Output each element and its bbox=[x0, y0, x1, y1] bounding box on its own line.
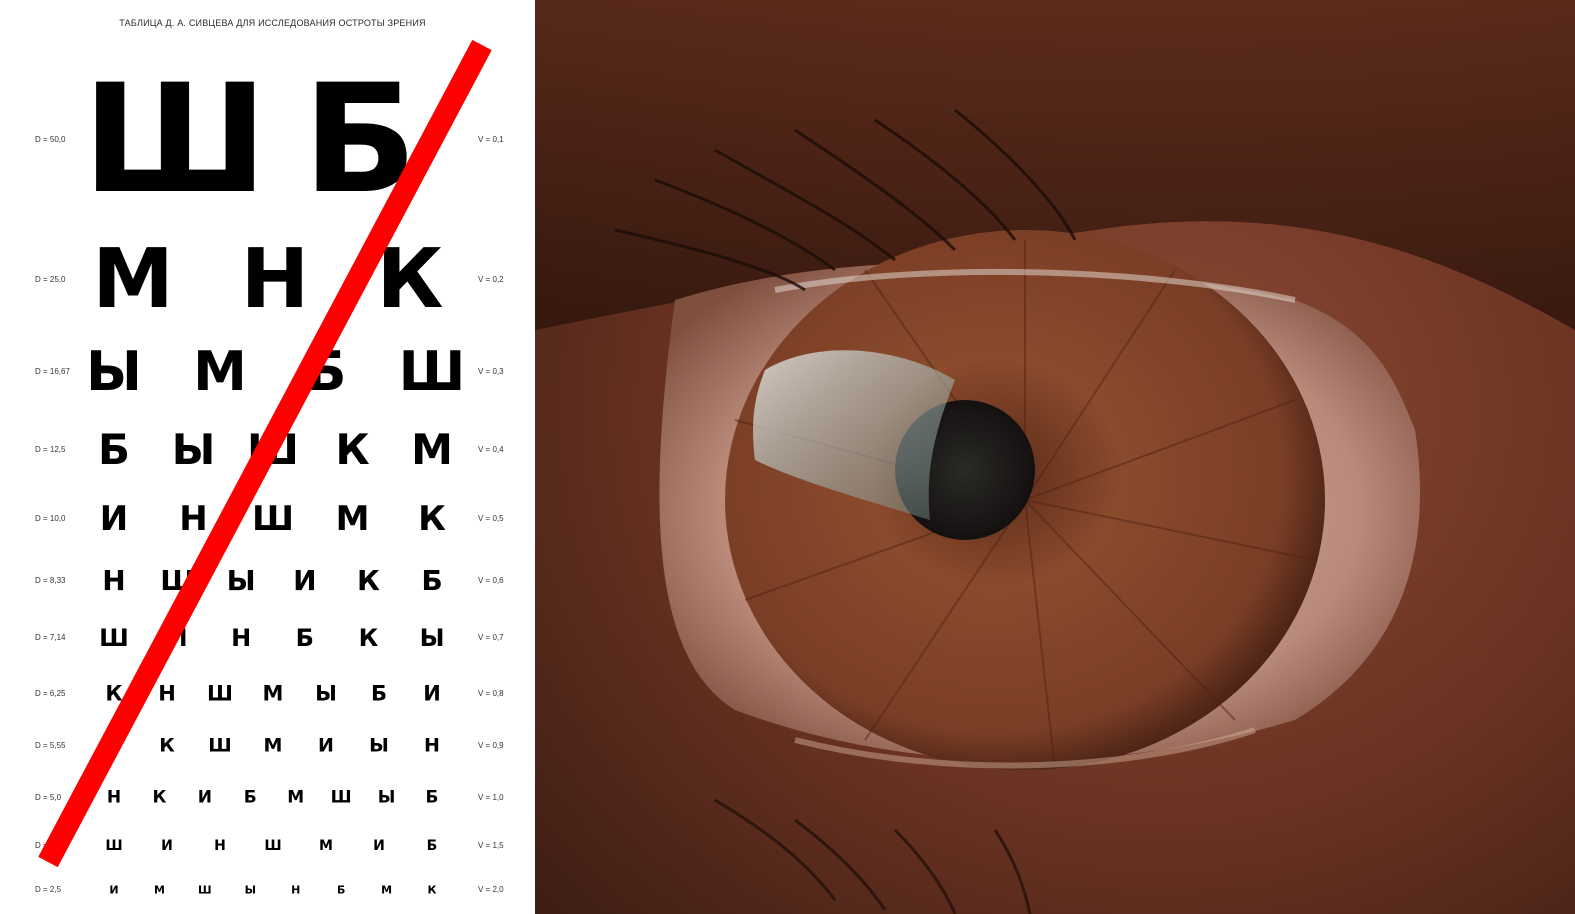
chart-letter: Ш bbox=[398, 340, 466, 403]
chart-letter: М bbox=[319, 838, 333, 854]
chart-letter: М bbox=[335, 499, 370, 539]
chart-letter: Б bbox=[336, 883, 346, 897]
row-d-label: D = 16,67 bbox=[35, 367, 70, 376]
chart-letter: Н bbox=[231, 624, 252, 652]
chart-letter: И bbox=[197, 787, 212, 808]
chart-letter: Ш bbox=[251, 499, 295, 539]
chart-letter: М bbox=[411, 425, 453, 474]
row-v-label: V = 0,9 bbox=[478, 741, 504, 750]
chart-letter: И bbox=[109, 883, 119, 897]
chart-letter: Ш bbox=[330, 787, 352, 808]
chart-letter: Ш bbox=[247, 425, 299, 474]
chart-letter: К bbox=[159, 734, 175, 757]
chart-letter: Ы bbox=[86, 340, 142, 403]
row-d-label: D = 12,5 bbox=[35, 445, 66, 454]
chart-letter: Ы bbox=[315, 681, 337, 706]
chart-letter: Ы bbox=[419, 624, 445, 652]
row-d-label: D = 5,0 bbox=[35, 793, 62, 802]
chart-letter: И bbox=[99, 499, 129, 539]
row-d-label: D = 7,14 bbox=[35, 633, 66, 642]
chart-letter: Ы bbox=[369, 734, 389, 757]
chart-letter: М bbox=[153, 883, 165, 897]
row-d-label: D = 50,0 bbox=[35, 135, 66, 144]
chart-letter: Н bbox=[240, 232, 310, 327]
chart-letter: Н bbox=[102, 564, 126, 597]
chart-letter: И bbox=[293, 564, 317, 597]
row-d-label: D = 8,33 bbox=[35, 576, 66, 585]
chart-letter: Б bbox=[425, 787, 439, 808]
row-d-label: D = 10,0 bbox=[35, 514, 66, 523]
row-v-label: V = 0,7 bbox=[478, 633, 504, 642]
row-d-label: D = 25,0 bbox=[35, 275, 66, 284]
chart-letter: Б bbox=[302, 53, 418, 227]
chart-letter: Б bbox=[243, 787, 257, 808]
row-d-label: D = 2,5 bbox=[35, 885, 62, 894]
row-v-label: V = 0,8 bbox=[478, 689, 504, 698]
chart-letter: К bbox=[376, 232, 444, 327]
chart-letter: Ш bbox=[105, 838, 123, 854]
chart-letter: Ш bbox=[160, 564, 195, 597]
eye-chart: ТАБЛИЦА Д. А. СИВЦЕВА ДЛЯ ИССЛЕДОВАНИЯ О… bbox=[0, 0, 535, 914]
eye-closeup-image bbox=[535, 0, 1575, 914]
row-v-label: V = 0,5 bbox=[478, 514, 504, 523]
chart-letter: Б bbox=[305, 340, 347, 403]
chart-letter: Ш bbox=[264, 838, 282, 854]
chart-letter: Б bbox=[97, 425, 131, 474]
row-v-label: V = 0,2 bbox=[478, 275, 504, 284]
row-v-label: V = 0,1 bbox=[478, 135, 504, 144]
chart-letter: И bbox=[318, 734, 334, 757]
row-v-label: V = 0,3 bbox=[478, 367, 504, 376]
chart-letter: Б bbox=[295, 624, 314, 652]
chart-letter: Н bbox=[214, 838, 226, 854]
row-v-label: V = 1,5 bbox=[478, 841, 504, 850]
chart-letter: И bbox=[423, 681, 441, 706]
row-d-label: D = 3,33 bbox=[35, 841, 66, 850]
chart-letter: Ы bbox=[171, 425, 216, 474]
chart-letter: Б bbox=[370, 681, 388, 706]
chart-letter: Н bbox=[179, 499, 208, 539]
row-d-label: D = 6,25 bbox=[35, 689, 66, 698]
row-d-label: D = 5,55 bbox=[35, 741, 66, 750]
chart-letter: М bbox=[193, 340, 247, 403]
chart-letter: Ы bbox=[377, 787, 396, 808]
chart-letter: К bbox=[356, 564, 380, 597]
chart-letter: Б bbox=[106, 734, 122, 757]
chart-letter: И bbox=[161, 838, 173, 854]
chart-letter: М bbox=[381, 883, 393, 897]
chart-letter: Б bbox=[421, 564, 443, 597]
row-v-label: V = 2,0 bbox=[478, 885, 504, 894]
chart-letter: К bbox=[335, 425, 370, 474]
chart-letter: Ы bbox=[226, 564, 256, 597]
chart-letter: Ш bbox=[208, 734, 232, 757]
chart-letter: К bbox=[358, 624, 379, 652]
chart-letter: Н bbox=[106, 787, 122, 808]
chart-letter: М bbox=[287, 787, 305, 808]
chart-rows: D = 50,0 V = 0,1 Ш Б D = 25,0 V = 0,2 М Н К D = 1… bbox=[0, 0, 535, 914]
chart-letter: М bbox=[262, 681, 284, 706]
chart-letter: Ш bbox=[207, 681, 233, 706]
chart-letter: М bbox=[263, 734, 283, 757]
chart-letter: И bbox=[167, 624, 188, 652]
chart-letter: К bbox=[418, 499, 446, 539]
chart-letter: И bbox=[373, 838, 385, 854]
chart-letter: Ш bbox=[82, 53, 268, 227]
row-v-label: V = 0,6 bbox=[478, 576, 504, 585]
chart-letter: Н bbox=[424, 734, 440, 757]
chart-letter: Ш bbox=[99, 624, 129, 652]
row-v-label: V = 1,0 bbox=[478, 793, 504, 802]
chart-letter: Н bbox=[158, 681, 176, 706]
chart-letter: К bbox=[152, 787, 167, 808]
chart-letter: К bbox=[427, 883, 437, 897]
chart-letter: Н bbox=[291, 883, 301, 897]
row-v-label: V = 0,4 bbox=[478, 445, 504, 454]
chart-letter: К bbox=[105, 681, 123, 706]
chart-letter: Б bbox=[426, 838, 438, 854]
chart-letter: Ш bbox=[198, 883, 212, 897]
eye-photo bbox=[535, 0, 1575, 914]
chart-letter: Ы bbox=[244, 883, 256, 897]
chart-letter: М bbox=[92, 232, 174, 327]
